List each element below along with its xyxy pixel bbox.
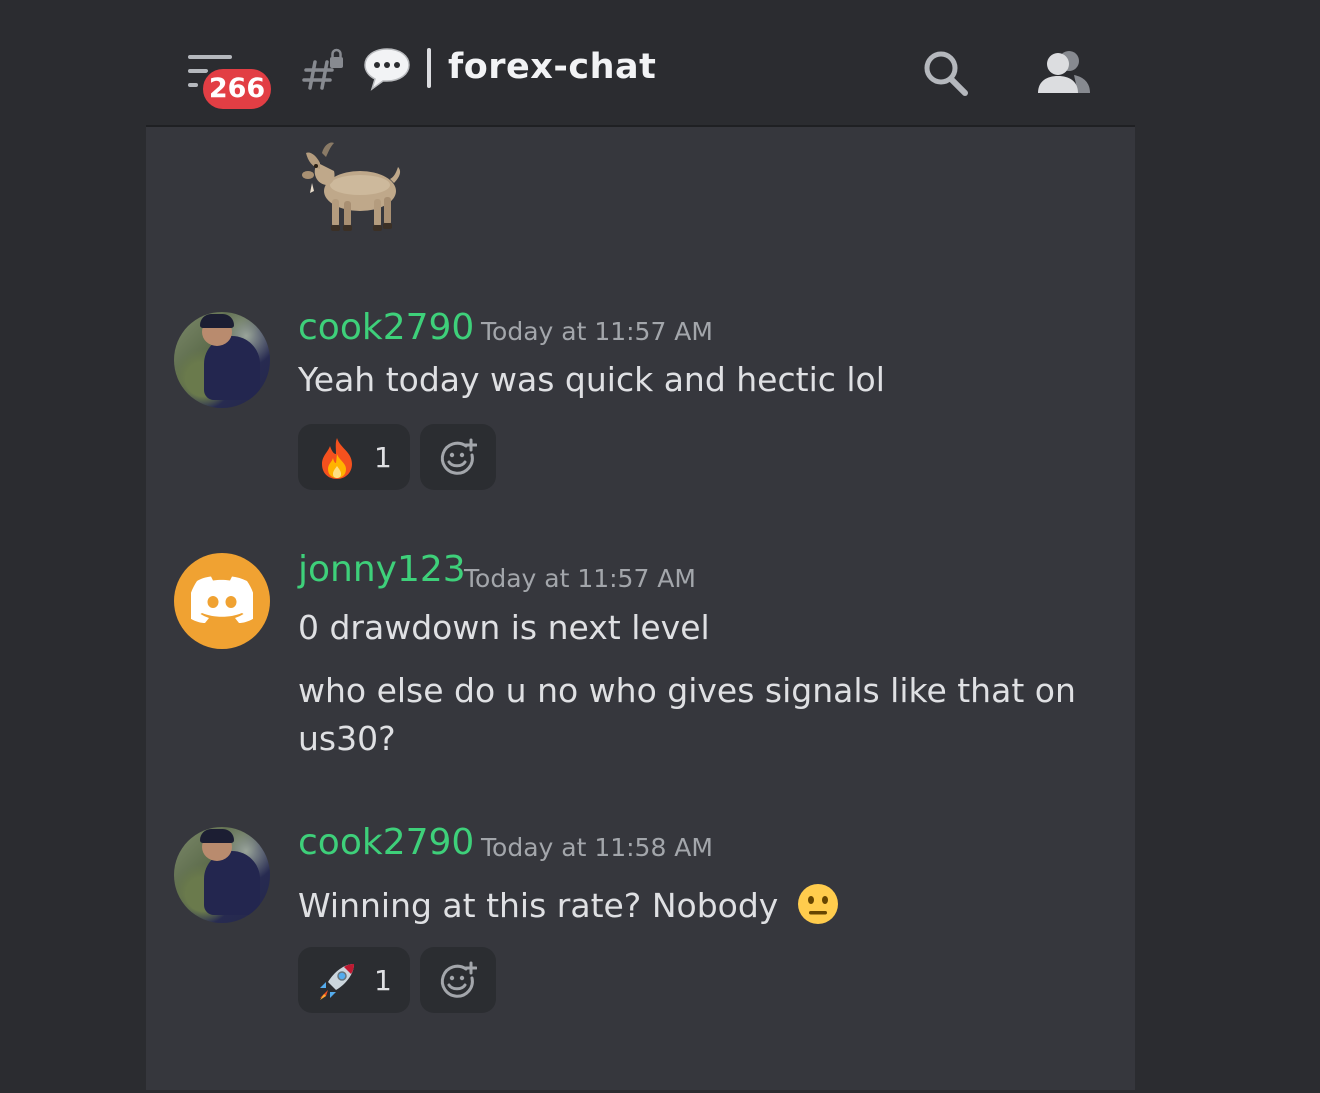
- search-icon[interactable]: [922, 49, 970, 97]
- message-text: us30?: [298, 719, 396, 758]
- username[interactable]: jonny123: [298, 549, 466, 590]
- message-item[interactable]: jonny123 Today at 11:57 AM 0 drawdown is…: [146, 549, 1135, 773]
- avatar-cap: [200, 829, 234, 843]
- reaction-fire[interactable]: 1: [298, 424, 410, 490]
- avatar[interactable]: [174, 827, 270, 923]
- message-list[interactable]: cook2790 Today at 11:57 AM Yeah today wa…: [146, 127, 1135, 1090]
- timestamp: Today at 11:58 AM: [481, 833, 713, 862]
- message-text-content: Winning at this rate? Nobody: [298, 886, 779, 925]
- avatar[interactable]: [174, 553, 270, 649]
- unread-badge: 266: [200, 66, 274, 112]
- message-text: 0 drawdown is next level: [298, 608, 710, 647]
- channel-name: forex-chat: [448, 47, 657, 87]
- timestamp: Today at 11:57 AM: [464, 564, 696, 593]
- discord-screen: 266 forex-chat cook2790 Today at 11:57 A…: [0, 0, 1320, 1093]
- message-text: Winning at this rate? Nobody: [298, 883, 839, 925]
- reaction-count: 1: [374, 441, 392, 474]
- message-item[interactable]: cook2790 Today at 11:57 AM Yeah today wa…: [146, 307, 1135, 502]
- discord-logo-icon: [191, 576, 253, 623]
- add-reaction-icon: [440, 961, 477, 998]
- add-reaction-icon: [440, 438, 477, 475]
- avatar[interactable]: [174, 312, 270, 408]
- fire-icon: [322, 438, 352, 479]
- members-icon[interactable]: [1034, 49, 1092, 97]
- rocket-icon: [320, 964, 354, 1000]
- message-text: Yeah today was quick and hectic lol: [298, 360, 885, 399]
- avatar-figure: [204, 336, 260, 400]
- goat-emoji-icon: [302, 142, 401, 231]
- avatar-figure: [204, 851, 260, 915]
- locked-channel-hash-icon: [302, 48, 343, 90]
- header-divider: [427, 48, 431, 88]
- message-text: who else do u no who gives signals like …: [298, 671, 1076, 710]
- channel-header: 266 forex-chat: [146, 0, 1135, 127]
- thread-icon: [364, 48, 410, 91]
- username[interactable]: cook2790: [298, 822, 474, 863]
- add-reaction-button[interactable]: [420, 424, 496, 490]
- add-reaction-button[interactable]: [420, 947, 496, 1013]
- username[interactable]: cook2790: [298, 307, 474, 348]
- reaction-rocket[interactable]: 1: [298, 947, 410, 1013]
- avatar-cap: [200, 314, 234, 328]
- message-item[interactable]: cook2790 Today at 11:58 AM Winning at th…: [146, 822, 1135, 1027]
- timestamp: Today at 11:57 AM: [481, 317, 713, 346]
- reaction-count: 1: [374, 964, 392, 997]
- neutral-face-emoji-icon: [797, 884, 838, 924]
